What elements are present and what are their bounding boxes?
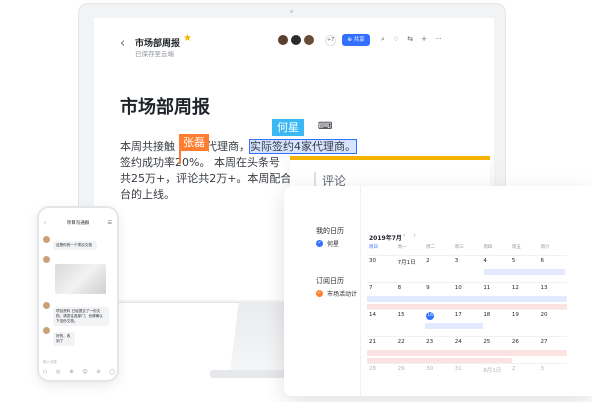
check-icon[interactable]: ✓ <box>316 290 323 297</box>
chat-title: 项目沟通群 <box>66 221 90 226</box>
week-row: 30 7月1日 2 3 4 5 6 <box>367 255 567 282</box>
event-band[interactable] <box>367 296 567 302</box>
month-nav: ‹ › <box>403 232 416 239</box>
avatar[interactable] <box>43 236 50 243</box>
body-line-1: 本周共接触 在代理商，实际签约4家代理商。 <box>120 139 357 155</box>
day-cell[interactable]: 18 <box>481 310 510 336</box>
add-icon[interactable]: + <box>421 35 427 44</box>
avatar[interactable] <box>43 327 50 334</box>
avatar[interactable] <box>304 35 314 45</box>
avatar[interactable] <box>43 302 50 309</box>
day-cell[interactable]: 19 <box>510 310 539 336</box>
day-cell[interactable]: 8月1日 <box>481 364 510 390</box>
weekday-label: 周四 <box>483 245 493 250</box>
chat-image[interactable] <box>55 264 106 294</box>
week-row: 7 8 9 10 11 12 13 <box>367 282 567 310</box>
weekday-label: 周二 <box>426 245 436 250</box>
collaborator-cursor <box>179 150 181 164</box>
body-text-start: 本周共接触 <box>120 140 175 153</box>
body-line-4: 台的上线。 <box>120 188 175 201</box>
menu-icon[interactable]: ☰ <box>108 220 112 226</box>
calendar-main: 2019年7月 ‹ › 周日 周一 周二 周三 周四 周五 周六 30 7月1日… <box>360 186 592 396</box>
more-icon[interactable]: ◯ <box>109 369 115 375</box>
avatar-count[interactable]: +7 <box>325 35 336 46</box>
my-calendar-item[interactable]: ✓ 何星 <box>316 239 339 248</box>
day-cell[interactable]: 29 <box>396 364 425 390</box>
share-label: 共享 <box>353 37 365 43</box>
event-band[interactable] <box>425 323 483 329</box>
subscribed-calendar-name: 市场活动计 <box>327 291 358 298</box>
comment-icon[interactable]: ⌨ <box>318 121 332 132</box>
calendar-sidebar: 我的日历 ✓ 何星 订阅日历 ✓ 市场活动计 <box>284 186 360 396</box>
day-cell[interactable]: 15 <box>396 310 425 336</box>
message-input[interactable]: 输入消息 <box>43 360 57 365</box>
week-row: 14 15 16 17 18 19 20 <box>367 309 567 336</box>
check-icon[interactable]: ✓ <box>316 240 323 247</box>
day-cell[interactable]: 30 <box>424 364 453 390</box>
input-toolbar: ○ ◎ ⊕ ☺ ⊖ ◯ <box>43 369 115 375</box>
subscribed-calendar-heading: 订阅日历 <box>316 277 344 285</box>
event-band[interactable] <box>484 269 565 275</box>
my-calendar-heading: 我的日历 <box>316 227 344 235</box>
phone-frame: ‹ 项目沟通群 ☰ 这是你的一个项目文档 项目资料 已经提交了一份文档，请发往各… <box>37 206 119 382</box>
sliders-icon[interactable]: ⇆ <box>407 35 413 44</box>
day-cell[interactable]: 28 <box>367 364 396 390</box>
collaborator-cursor-tag: 何星 <box>272 119 304 136</box>
weekday-label: 周三 <box>454 245 464 250</box>
day-cell[interactable]: 3 <box>453 256 482 282</box>
avatar[interactable] <box>43 256 50 263</box>
collaborator-avatars[interactable] <box>278 35 314 45</box>
event-band[interactable] <box>367 350 567 356</box>
day-cell[interactable]: 2 <box>424 256 453 282</box>
week-row: 28 29 30 31 8月1日 2 3 <box>367 363 567 390</box>
weekday-label: 周一 <box>397 245 407 250</box>
weekday-header: 周日 周一 周二 周三 周四 周五 周六 <box>367 244 567 250</box>
week-row: 21 22 23 24 25 26 27 <box>367 336 567 364</box>
selected-day-number[interactable]: 16 <box>426 312 435 320</box>
collaborator-cursor-tag: 张磊 <box>179 134 209 151</box>
day-cell[interactable]: 14 <box>367 310 396 336</box>
image-icon[interactable]: ◎ <box>56 369 60 375</box>
weekday-label: 周日 <box>369 245 378 250</box>
avatar[interactable] <box>278 35 288 45</box>
body-line-2: 签约成功率20%。 本周在头条号 <box>120 156 280 169</box>
more-icon[interactable]: ··· <box>435 35 442 44</box>
month-grid: 周日 周一 周二 周三 周四 周五 周六 30 7月1日 2 3 4 5 6 7… <box>367 244 567 390</box>
calendar-window: 我的日历 ✓ 何星 订阅日历 ✓ 市场活动计 2019年7月 ‹ › 周日 周一… <box>284 186 592 396</box>
avatar[interactable] <box>291 35 301 45</box>
chat-message[interactable]: 好的，收到了 <box>53 332 75 346</box>
day-cell[interactable]: 7月1日 <box>396 256 425 282</box>
camera-dot <box>290 10 293 13</box>
day-cell[interactable]: 30 <box>367 256 396 282</box>
add-icon[interactable]: ⊕ <box>69 369 73 375</box>
comment-divider <box>314 172 316 186</box>
doc-toolbar: ⌕ ♢ ⇆ + ··· <box>381 35 442 44</box>
search-icon[interactable]: ⌕ <box>381 35 385 44</box>
next-month-icon[interactable]: › <box>413 232 415 239</box>
subscribed-calendar-item[interactable]: ✓ 市场活动计 <box>316 289 357 298</box>
star-icon[interactable]: ★ <box>183 33 192 44</box>
doc-heading: 市场部周报 <box>120 97 210 118</box>
chat-message[interactable]: 这是你的一个项目文档 <box>53 241 97 250</box>
selected-text[interactable]: 实际签约4家代理商。 <box>249 139 357 154</box>
saved-status: 已保存至云端 <box>135 50 174 58</box>
weekday-label: 周五 <box>511 245 521 250</box>
day-cell[interactable]: 20 <box>538 310 567 336</box>
voice-icon[interactable]: ○ <box>43 369 47 375</box>
day-cell[interactable]: 3 <box>538 364 567 390</box>
weekday-label: 周六 <box>540 245 550 250</box>
month-label: 2019年7月 <box>369 235 402 242</box>
mention-icon[interactable]: ⊖ <box>96 369 100 375</box>
prev-month-icon[interactable]: ‹ <box>403 232 405 239</box>
my-calendar-name: 何星 <box>327 241 340 248</box>
day-cell[interactable]: 2 <box>510 364 539 390</box>
share-button[interactable]: ⊕ 共享 <box>342 34 370 46</box>
chat-message[interactable]: 项目资料 已经提交了一份文档，请发往各部门，也请确认下这份文档。 <box>53 307 109 326</box>
body-line-3: 共25万+，评论共2万+。本周配合 <box>120 172 292 185</box>
emoji-icon[interactable]: ☺ <box>82 369 87 375</box>
back-icon[interactable]: ‹ <box>120 36 125 51</box>
day-cell[interactable]: 31 <box>453 364 482 390</box>
bell-icon[interactable]: ♢ <box>393 35 399 44</box>
